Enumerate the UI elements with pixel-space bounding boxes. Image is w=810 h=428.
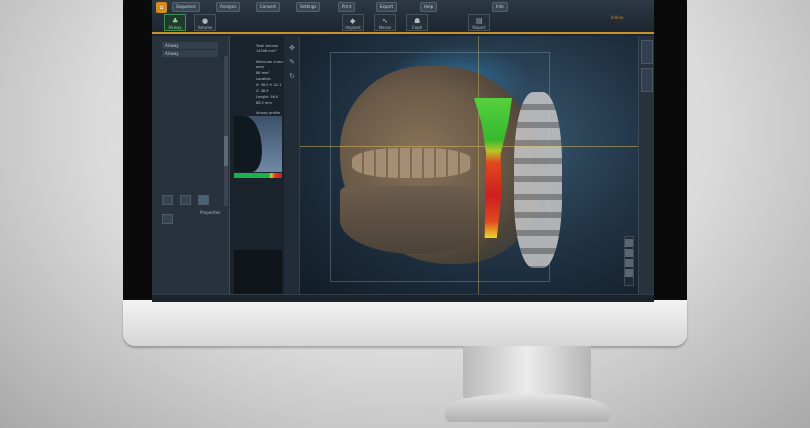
info-line: X: 56.0 Y: 42.1 [256,83,282,87]
add-icon[interactable] [162,195,173,205]
tool-strip: ✥ ✎ ↻ [284,36,300,294]
teeth-render [352,148,472,178]
viewport-controls [624,236,634,286]
tab-nerve[interactable]: ∿ Nerve [374,14,396,31]
info-line: Length: 56.0 [256,95,279,99]
3d-viewport[interactable] [300,36,638,294]
lungs-icon: ♣ [172,17,179,25]
info-line: Z: 48.9 [256,89,269,93]
info-line: Location [256,77,271,81]
app-screen: ⌂ Sequence Analysis Convert Settings Pri… [152,0,654,302]
list-item[interactable]: Airway [162,50,218,57]
right-panel-tab[interactable] [641,40,653,64]
monitor-stand-foot [445,394,610,422]
info-line: Total Volume [256,44,279,48]
reset-view-icon[interactable] [625,259,633,267]
tab-report[interactable]: ▤ Report [468,14,490,31]
toolbar-button-analysis[interactable]: Analysis [216,2,241,12]
toolbar-button-sequence[interactable]: Sequence [172,2,200,12]
brand-logo: InVivo [611,15,624,20]
tab-implant[interactable]: ◆ Implant [342,14,364,31]
visibility-icon[interactable] [198,195,210,205]
info-line: 86 mm² [256,71,270,75]
sphere-icon: ● [202,17,209,25]
monitor-chin [123,300,687,346]
remove-icon[interactable] [180,195,192,205]
settings-icon[interactable] [162,214,173,224]
scrollbar-thumb[interactable] [224,136,228,166]
list-item[interactable]: Airway [162,42,218,49]
rotate-icon[interactable]: ↻ [287,72,297,82]
monitor-stand-neck [463,346,591,398]
curve-icon: ∿ [382,17,388,25]
toolbar-button-print[interactable]: Print [338,2,356,12]
info-line: Airway profile [256,111,281,115]
layout-icon[interactable] [625,269,633,277]
zoom-in-icon[interactable] [625,239,633,247]
info-panel-footer [234,250,282,294]
move-icon[interactable]: ✥ [287,44,297,54]
pencil-icon[interactable]: ✎ [287,58,297,68]
toolbar-button-settings[interactable]: Settings [296,2,321,12]
toolbar-button-info[interactable]: Info [492,2,508,12]
vertical-axis-line [478,36,479,294]
info-line: 88.2 mm [256,101,272,105]
skull-icon: ☗ [414,17,421,25]
tab-ceph[interactable]: ☗ Ceph [406,14,428,31]
left-panel: Airway Airway Properties [152,36,230,294]
info-line: 14046 mm³ [256,49,277,53]
tooth-icon: ◆ [350,17,356,25]
toolbar-button-convert[interactable]: Convert [256,2,280,12]
tab-airway[interactable]: ♣ Airway [164,14,186,31]
properties-label: Properties [200,210,221,215]
top-toolbar: ⌂ Sequence Analysis Convert Settings Pri… [152,0,654,34]
status-bar [152,294,654,302]
doc-icon: ▤ [476,17,483,25]
horizontal-axis-line [300,146,638,147]
jaw-render [340,186,490,254]
measurement-info-panel: Total Volume 14046 mm³ Minimum cross sec… [230,36,296,294]
left-panel-button-row [162,190,229,228]
left-panel-scrollbar[interactable] [224,56,228,206]
right-panel [638,36,654,294]
home-icon[interactable]: ⌂ [156,2,167,13]
right-panel-tab[interactable] [641,68,653,92]
zoom-out-icon[interactable] [625,249,633,257]
toolbar-button-export[interactable]: Export [376,2,398,12]
toolbar-button-help[interactable]: Help [420,2,438,12]
airway-color-scale [234,173,282,178]
tab-volume[interactable]: ● Volume [194,14,216,31]
airway-profile-graph [234,116,282,172]
info-line: area [256,65,264,69]
spine-render [514,92,562,268]
